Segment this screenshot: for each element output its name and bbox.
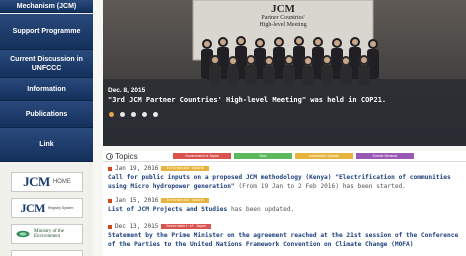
- topic-item: Dec 13, 2015 Government of Japan Stateme…: [108, 223, 466, 249]
- tab-government-of-japan[interactable]: Government of Japan: [173, 153, 231, 159]
- topic-category-tabs: Government of Japan New Information Upda…: [173, 153, 414, 159]
- topic-item: Jan 15, 2016 Information Update List of …: [108, 197, 466, 214]
- topics-heading: Topics: [106, 152, 138, 161]
- sidebar-item-label: Link: [39, 141, 54, 148]
- ministry-name: Ministry of the Environment: [34, 229, 64, 239]
- sidebar-item-label: Publications: [25, 110, 68, 118]
- topics-heading-label: Topics: [115, 152, 138, 161]
- bullet-icon: [108, 198, 112, 203]
- sign-line: Partner Countries': [261, 15, 305, 21]
- slide-dot[interactable]: [131, 112, 136, 117]
- sign-line: High-level Meeting: [259, 22, 307, 28]
- topic-text: List of JCM Projects and Studies has bee…: [108, 205, 466, 214]
- topic-meta: Jan 15, 2016 Information Update: [108, 197, 466, 204]
- sidebar-item-information[interactable]: Information: [0, 78, 93, 101]
- tab-events-seminar[interactable]: Events Seminar: [356, 153, 414, 159]
- topic-category-badge: Information Update: [161, 198, 210, 203]
- slide-sign: JCM Partner Countries' High-level Meetin…: [238, 4, 328, 29]
- sidebar-item-support-programme[interactable]: Support Programme: [0, 14, 93, 50]
- slide-dot[interactable]: [153, 112, 158, 117]
- jcm-home-logo-link[interactable]: JCM HOME: [11, 172, 83, 192]
- topic-text: Call for public inputs on a proposed JCM…: [108, 173, 466, 191]
- tab-new[interactable]: New: [234, 153, 292, 159]
- logo-banner-partial[interactable]: [11, 250, 83, 256]
- ministry-environment-logo-link[interactable]: Ministry of the Environment: [11, 224, 83, 244]
- registry-system-label: Registry System: [48, 206, 74, 210]
- topic-date: Jan 15, 2016: [115, 197, 159, 204]
- topic-link[interactable]: Statement by the Prime Minister on the a…: [108, 232, 458, 248]
- topic-extra: has been updated.: [227, 206, 295, 213]
- sidebar: Mechanism (JCM) Support Programme Curren…: [0, 0, 93, 256]
- topic-date: Dec 13, 2015: [115, 223, 159, 230]
- slide-dot[interactable]: [109, 112, 114, 117]
- slide-dot[interactable]: [142, 112, 147, 117]
- clock-icon: [106, 153, 113, 160]
- topics-header: Topics Government of Japan New Informati…: [103, 151, 466, 162]
- slide-title[interactable]: "3rd JCM Partner Countries' High-level M…: [108, 96, 386, 104]
- topic-link[interactable]: List of JCM Projects and Studies: [108, 206, 227, 213]
- ministry-emblem-icon: [16, 230, 30, 238]
- sidebar-item-label: Mechanism (JCM): [16, 2, 77, 10]
- sidebar-item-link[interactable]: Link: [0, 128, 93, 162]
- slide-pager: [109, 112, 158, 117]
- tab-information-update[interactable]: Information Update: [295, 153, 353, 159]
- topic-meta: Jan 19, 2016 Information Update: [108, 165, 466, 172]
- sign-line: JCM: [271, 3, 295, 15]
- sidebar-item-label: Information: [27, 85, 66, 93]
- slide-dot[interactable]: [120, 112, 125, 117]
- jcm-logo: JCM: [20, 200, 46, 215]
- topic-text: Statement by the Prime Minister on the a…: [108, 231, 466, 249]
- sidebar-item-current-discussion[interactable]: Current Discussion in UNFCCC: [0, 50, 93, 78]
- topic-category-badge: Information Update: [161, 166, 210, 171]
- jcm-logo: JCM: [23, 174, 50, 189]
- sidebar-item-jcm[interactable]: Mechanism (JCM): [0, 0, 93, 13]
- sidebar-item-publications[interactable]: Publications: [0, 101, 93, 128]
- featured-slideshow[interactable]: JCM Partner Countries' High-level Meetin…: [103, 0, 466, 146]
- bullet-icon: [108, 166, 112, 171]
- bullet-icon: [108, 224, 112, 229]
- jcm-home-label: HOME: [52, 179, 71, 185]
- slide-date: Dec. 8, 2015: [108, 87, 146, 94]
- topics-panel: Topics Government of Japan New Informati…: [103, 151, 466, 256]
- jcm-registry-logo-link[interactable]: JCM Registry System: [11, 198, 83, 218]
- topic-meta: Dec 13, 2015 Government of Japan: [108, 223, 466, 230]
- sidebar-item-label: Current Discussion in UNFCCC: [10, 55, 83, 72]
- topic-item: Jan 19, 2016 Information Update Call for…: [108, 165, 466, 191]
- topic-category-badge: Government of Japan: [161, 224, 212, 229]
- sidebar-item-label: Support Programme: [12, 28, 81, 35]
- topic-extra: (From 19 Jan to 2 Feb 2016) has been sta…: [234, 183, 407, 190]
- topic-date: Jan 19, 2016: [115, 165, 159, 172]
